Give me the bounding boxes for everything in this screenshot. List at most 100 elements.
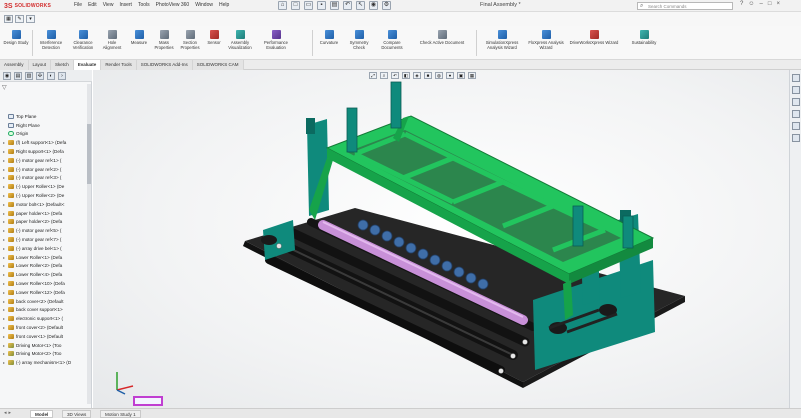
tab-solidworks-cam[interactable]: SOLIDWORKS CAM xyxy=(192,60,244,70)
performance-evaluation-button[interactable]: Performance Evaluation xyxy=(259,30,293,50)
simulationxpress-button[interactable]: SimulationXpress Analysis Wizard xyxy=(481,30,523,50)
tree-item[interactable]: ▸ (f) Left support<1> (Defa xyxy=(3,138,91,147)
menu-edit[interactable]: Edit xyxy=(88,2,97,8)
tree-item[interactable]: ▸ Driving Motor<1> (Too xyxy=(3,341,91,350)
tree-item[interactable]: ▸ (-) Upper Roller<2> (De xyxy=(3,191,91,200)
mass-properties-button[interactable]: Mass Properties xyxy=(153,30,175,50)
menu-window[interactable]: Window xyxy=(195,2,213,8)
property-manager-icon[interactable]: ▤ xyxy=(14,72,22,80)
tree-item[interactable]: ▸ paper holder<1> (Defa xyxy=(3,209,91,218)
tree-item[interactable]: ▸ (-) motor gear ref<5> ( xyxy=(3,226,91,235)
tab-solidworks-addins[interactable]: SOLIDWORKS Add-Ins xyxy=(136,60,193,70)
design-library-icon[interactable] xyxy=(792,86,800,94)
tab-layout[interactable]: Layout xyxy=(28,60,52,70)
tab-motion-study[interactable]: Motion Study 1 xyxy=(100,410,141,418)
menu-help[interactable]: Help xyxy=(219,2,229,8)
tree-item[interactable]: ▸ front cover<2> (Default xyxy=(3,323,91,332)
tree-item[interactable]: ▸ (-) array mechanism<1> (D xyxy=(3,358,91,367)
tab-3d-views[interactable]: 3D Views xyxy=(62,410,92,418)
tab-evaluate[interactable]: Evaluate xyxy=(73,60,102,70)
print-icon[interactable]: ▤ xyxy=(330,1,339,10)
tree-item[interactable]: ▸ Lower Roller<12> (Defa xyxy=(3,288,91,297)
tree-item[interactable]: ▸ back cover<2> (Default xyxy=(3,297,91,306)
tree-item[interactable]: ▸ Lower Roller<10> (Defa xyxy=(3,279,91,288)
tree-item[interactable]: ▸ (-) motor gear ref<1> ( xyxy=(3,156,91,165)
tree-item[interactable]: Right Plane xyxy=(3,121,91,130)
tree-item[interactable]: ▸ back cover support<1> xyxy=(3,306,91,315)
tree-item[interactable]: ▸ Lower Roller<1> (Defa xyxy=(3,253,91,262)
panel-expand-icon[interactable]: › xyxy=(58,72,66,80)
menu-insert[interactable]: Insert xyxy=(119,2,132,8)
custom-properties-icon[interactable] xyxy=(792,134,800,142)
assembly-model[interactable] xyxy=(93,70,789,408)
dimxpert-icon[interactable]: ✣ xyxy=(36,72,44,80)
open-folder-icon[interactable]: ▭ xyxy=(304,1,313,10)
close-icon[interactable]: × xyxy=(776,1,780,7)
tree-item[interactable]: ▸ motor bolt<1> (Default< xyxy=(3,200,91,209)
menu-photoview[interactable]: PhotoView 360 xyxy=(156,2,190,8)
tab-assembly[interactable]: Assembly xyxy=(0,60,29,70)
check-active-document-button[interactable]: Check Active Document xyxy=(413,30,471,46)
pin-icon[interactable]: ✎ xyxy=(15,15,24,23)
tree-item[interactable]: ▸ (-) motor gear ref<3> ( xyxy=(3,174,91,183)
next-tab-arrow-icon[interactable]: ▸ xyxy=(9,410,12,416)
symmetry-check-button[interactable]: Symmetry Check xyxy=(345,30,373,50)
tree-item[interactable]: ▸ Lower Roller<2> (Defa xyxy=(3,262,91,271)
menu-view[interactable]: View xyxy=(103,2,114,8)
new-document-icon[interactable]: □ xyxy=(291,1,300,10)
tree-item[interactable]: ▸ Right support<1> (Defa xyxy=(3,147,91,156)
tree-item[interactable]: Origin xyxy=(3,130,91,139)
help-icon[interactable]: ? xyxy=(740,1,743,7)
tree-item[interactable]: ▸ Driving Motor<2> (Too xyxy=(3,350,91,359)
tree-scrollbar-thumb[interactable] xyxy=(87,124,91,184)
undo-icon[interactable]: ↶ xyxy=(343,1,352,10)
file-explorer-icon[interactable] xyxy=(792,98,800,106)
tree-scrollbar[interactable] xyxy=(87,84,91,404)
tree-item[interactable]: Top Plane xyxy=(3,112,91,121)
driveworksxpress-button[interactable]: DriveWorksXpress Wizard xyxy=(568,30,620,46)
measure-button[interactable]: Measure xyxy=(128,30,150,46)
view-orientation-cube[interactable] xyxy=(133,396,163,406)
clearance-button[interactable]: Clearance Verification xyxy=(70,30,96,50)
first-tab-arrow-icon[interactable]: ◂ xyxy=(4,410,7,416)
menu-file[interactable]: File xyxy=(74,2,82,8)
appearances-icon[interactable] xyxy=(792,122,800,130)
maximize-icon[interactable]: □ xyxy=(768,1,772,7)
tab-model[interactable]: Model xyxy=(30,410,54,418)
view-palette-icon[interactable] xyxy=(792,110,800,118)
design-study-button[interactable]: Design Study xyxy=(3,30,29,46)
options-gear-icon[interactable]: ⚙ xyxy=(382,1,391,10)
home-icon[interactable]: ⌂ xyxy=(278,1,287,10)
configuration-manager-icon[interactable]: ▥ xyxy=(25,72,33,80)
tree-item[interactable]: ▸ paper holder<2> (Defa xyxy=(3,218,91,227)
user-icon[interactable]: ☺ xyxy=(748,1,754,7)
filter-icon[interactable]: ▽ xyxy=(2,84,7,91)
menu-tools[interactable]: Tools xyxy=(138,2,150,8)
tab-render-tools[interactable]: Render Tools xyxy=(101,60,137,70)
grid-icon[interactable]: ▦ xyxy=(4,15,13,23)
section-properties-button[interactable]: Section Properties xyxy=(178,30,202,50)
select-icon[interactable]: ↖ xyxy=(356,1,365,10)
solidworks-logo[interactable]: 3S SOLIDWORKS xyxy=(4,2,51,10)
compare-documents-button[interactable]: Compare Documents xyxy=(378,30,406,50)
feature-tree-icon[interactable]: ◉ xyxy=(3,72,11,80)
search-commands-input[interactable]: ⌕ Search Commands xyxy=(637,2,733,10)
tree-item[interactable]: ▸ (-) motor gear ref<7> ( xyxy=(3,235,91,244)
tree-item[interactable]: ▸ (-) array drive bel<1> ( xyxy=(3,244,91,253)
sustainability-button[interactable]: Sustainability xyxy=(624,30,664,46)
dropdown-icon[interactable]: ▾ xyxy=(26,15,35,23)
tree-item[interactable]: ▸ (-) motor gear ref<2> ( xyxy=(3,165,91,174)
graphics-area[interactable]: ⤢ ⌕ ↶ ◧ ◈ ■ ◍ ● ▣ ▦ xyxy=(93,70,789,408)
minimize-icon[interactable]: – xyxy=(759,1,762,7)
interference-button[interactable]: Interference Detection xyxy=(38,30,64,50)
hole-alignment-button[interactable]: Hole Alignment xyxy=(101,30,123,50)
sensor-button[interactable]: Sensor xyxy=(205,30,223,46)
assembly-visualization-button[interactable]: Assembly Visualization xyxy=(226,30,254,50)
tab-sketch[interactable]: Sketch xyxy=(51,60,74,70)
solidworks-resources-icon[interactable] xyxy=(792,74,800,82)
rebuild-icon[interactable]: ◉ xyxy=(369,1,378,10)
tree-item[interactable]: ▸ front cover<1> (Default xyxy=(3,332,91,341)
save-icon[interactable]: ▪ xyxy=(317,1,326,10)
tree-item[interactable]: ▸ Lower Roller<4> (Defa xyxy=(3,270,91,279)
tree-item[interactable]: ▸ (-) Upper Roller<1> (De xyxy=(3,182,91,191)
